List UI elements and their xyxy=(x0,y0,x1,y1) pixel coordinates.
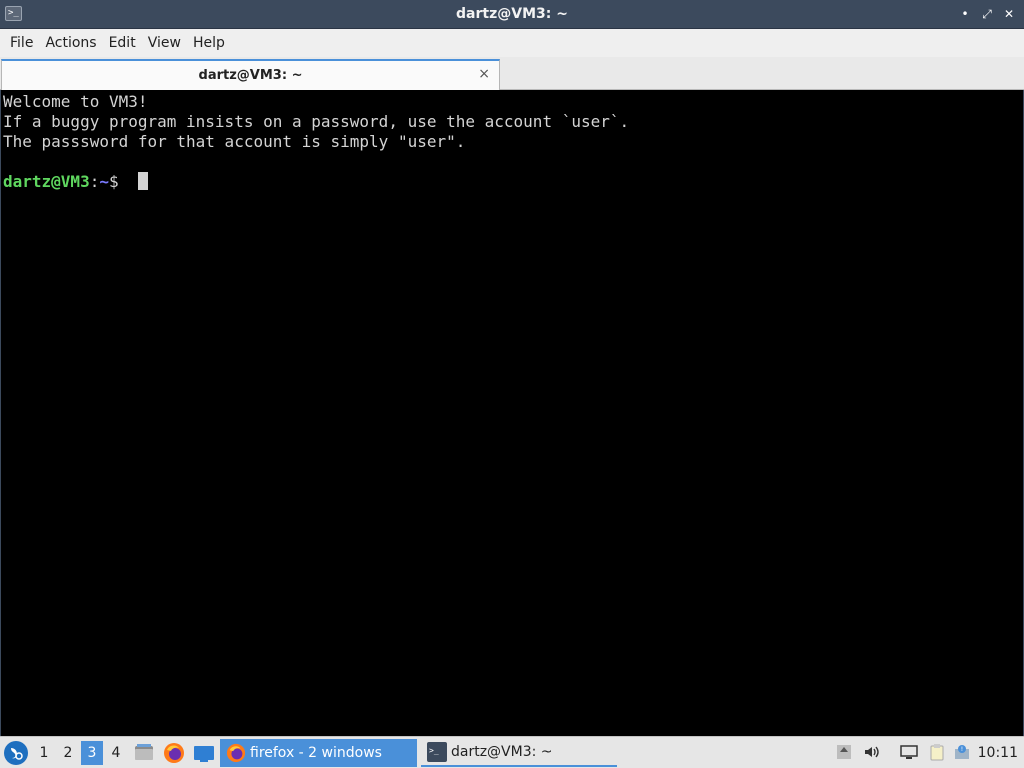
taskbar-task-firefox[interactable]: firefox - 2 windows xyxy=(220,739,417,767)
firefox-icon xyxy=(226,743,246,763)
menu-bar: File Actions Edit View Help xyxy=(0,29,1024,57)
window-titlebar[interactable]: >_ dartz@VM3: ~ • ⤢ ✕ xyxy=(0,0,1024,29)
desktop-icon[interactable] xyxy=(193,742,215,764)
volume-icon[interactable] xyxy=(863,743,881,761)
prompt-line[interactable]: dartz@VM3:~$ xyxy=(3,172,1023,192)
menu-view[interactable]: View xyxy=(142,29,187,57)
workspace-3[interactable]: 3 xyxy=(81,741,103,765)
window-controls: • ⤢ ✕ xyxy=(956,4,1018,24)
terminal-tab[interactable]: dartz@VM3: ~ × xyxy=(1,59,500,90)
window-title: dartz@VM3: ~ xyxy=(456,6,568,22)
task-label: firefox - 2 windows xyxy=(250,745,382,761)
prompt-symbol: $ xyxy=(108,172,129,191)
terminal-line: The passsword for that account is simply… xyxy=(3,132,466,151)
menu-help[interactable]: Help xyxy=(187,29,231,57)
menu-actions[interactable]: Actions xyxy=(39,29,102,57)
network-icon[interactable] xyxy=(900,743,918,761)
firefox-launcher-icon[interactable] xyxy=(163,742,185,764)
menu-file[interactable]: File xyxy=(4,29,39,57)
clipboard-icon[interactable] xyxy=(928,743,946,761)
tab-bar: dartz@VM3: ~ × xyxy=(0,57,1024,90)
prompt-separator: : xyxy=(89,172,100,191)
text-cursor xyxy=(138,172,149,190)
terminal-app-icon[interactable]: >_ xyxy=(5,6,22,21)
prompt-path: ~ xyxy=(99,172,109,191)
terminal-line: If a buggy program insists on a password… xyxy=(3,112,630,131)
prompt-user-host: dartz@VM3 xyxy=(3,172,90,191)
workspace-2[interactable]: 2 xyxy=(57,741,79,765)
menu-edit[interactable]: Edit xyxy=(103,29,142,57)
clock[interactable]: 10:11 xyxy=(978,737,1018,768)
workspace-4[interactable]: 4 xyxy=(105,741,127,765)
file-manager-icon[interactable] xyxy=(133,742,155,764)
svg-text:!: ! xyxy=(961,746,963,753)
task-label: dartz@VM3: ~ xyxy=(451,744,553,760)
close-button[interactable]: ✕ xyxy=(1000,4,1018,24)
terminal-icon: >_ xyxy=(427,742,447,762)
workspace-1[interactable]: 1 xyxy=(33,741,55,765)
minimize-button[interactable]: • xyxy=(956,4,974,24)
taskbar-task-terminal[interactable]: >_ dartz@VM3: ~ xyxy=(421,739,617,767)
terminal-output[interactable]: Welcome to VM3! If a buggy program insis… xyxy=(0,90,1024,736)
taskbar: 1 2 3 4 firefox - 2 windows >_ dartz@VM3… xyxy=(0,736,1024,768)
start-menu-icon[interactable] xyxy=(4,741,28,765)
updates-icon[interactable] xyxy=(835,743,853,761)
terminal-line: Welcome to VM3! xyxy=(3,92,148,111)
tab-label: dartz@VM3: ~ xyxy=(198,68,303,83)
maximize-button[interactable]: ⤢ xyxy=(978,4,996,24)
tab-close-icon[interactable]: × xyxy=(478,66,490,82)
notification-icon[interactable]: ! xyxy=(953,743,971,761)
